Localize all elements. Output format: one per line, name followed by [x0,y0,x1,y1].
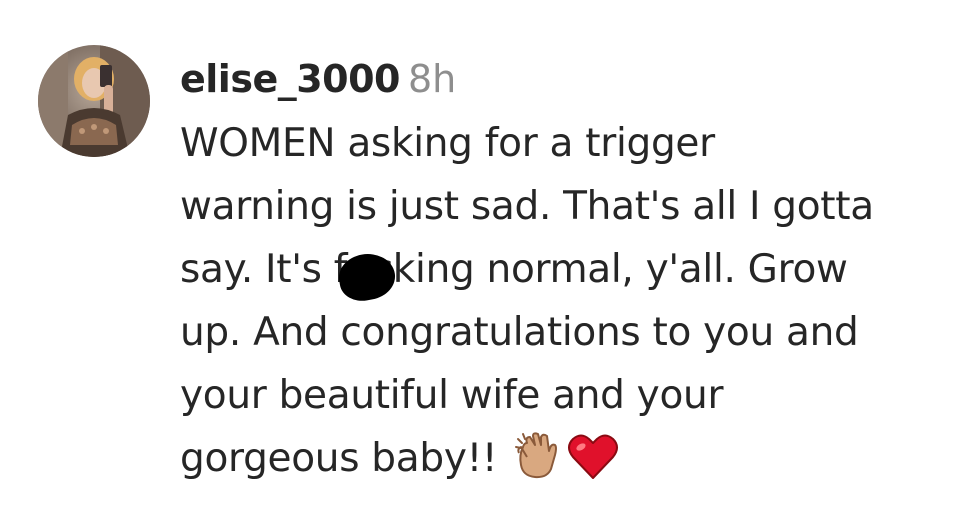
comment-header: elise_3000 8h [180,52,970,106]
clapping-hands-icon [513,431,563,500]
comment-line: say. It's fucking normal, y'all. Grow [180,238,970,305]
comment-text-segment: say. It's f [180,247,348,292]
comment: elise_3000 8h WOMEN asking for a trigger … [0,0,980,516]
red-heart-icon [567,433,619,500]
comment-line: up. And congratulations to you and [180,310,859,355]
comment-line: WOMEN asking for a trigger [180,121,715,166]
comment-line: warning is just sad. That's all I gotta [180,184,874,229]
comment-text-segment: king normal, y'all. Grow [392,247,848,292]
comment-text: WOMEN asking for a trigger warning is ju… [180,112,970,500]
avatar[interactable] [38,45,150,157]
censored-word: uc [335,238,399,305]
avatar-image [38,45,150,157]
comment-timestamp[interactable]: 8h [408,57,456,101]
comment-line: gorgeous baby!! [180,427,970,500]
comment-content: elise_3000 8h WOMEN asking for a trigger … [180,52,970,500]
comment-text-segment: gorgeous baby!! [180,436,498,481]
comment-line: your beautiful wife and your [180,373,724,418]
username-link[interactable]: elise_3000 [180,57,400,101]
